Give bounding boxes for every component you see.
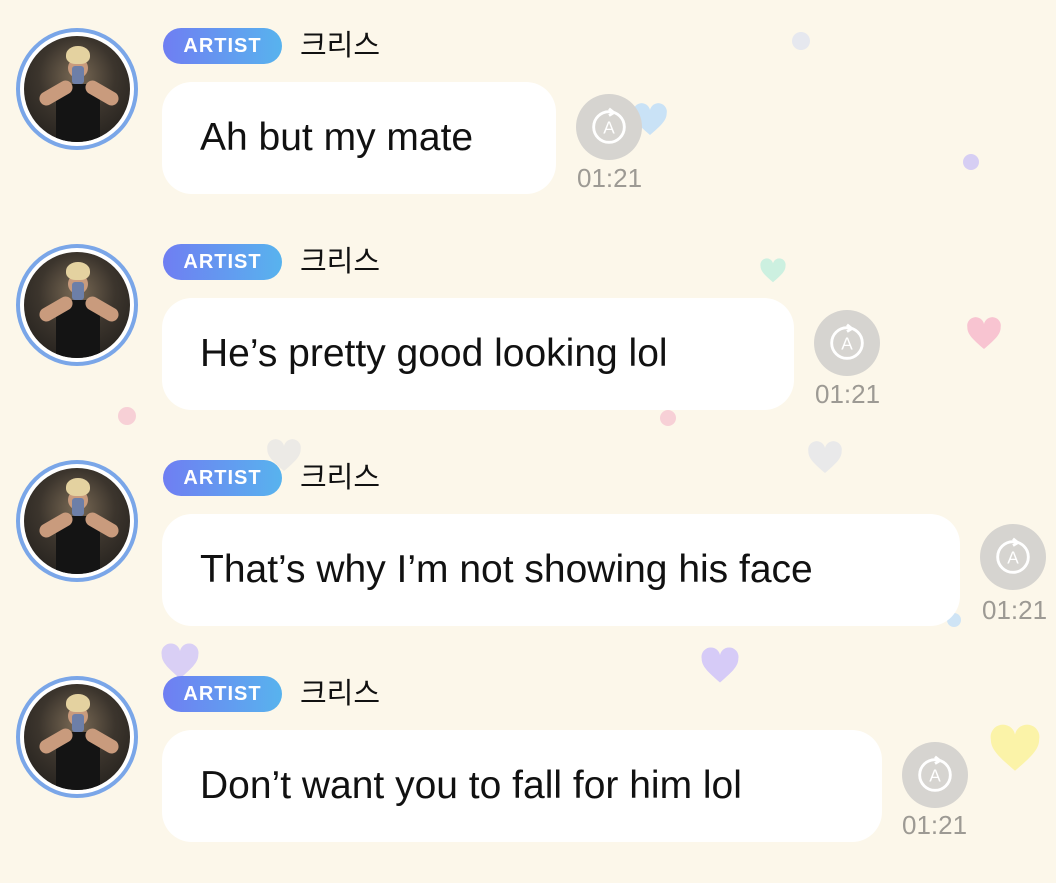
message-time: 01:21 (902, 810, 968, 840)
sender-name: 크리스 (300, 246, 381, 278)
artist-badge: ARTIST (163, 676, 282, 712)
chat-message: ARTIST 크리스 Ah but my mate A 01:21 (0, 0, 1056, 216)
artist-avatar[interactable] (16, 460, 138, 582)
message-time: 01:21 (577, 163, 643, 193)
translate-icon: A (592, 107, 626, 144)
artist-badge: ARTIST (163, 460, 282, 496)
translate-icon: A (918, 755, 952, 792)
artist-badge: ARTIST (163, 244, 282, 280)
translate-button[interactable]: A (902, 742, 968, 808)
artist-avatar[interactable] (16, 676, 138, 798)
svg-text:A: A (1007, 548, 1019, 568)
avatar-photo (24, 684, 130, 790)
chat-message: ARTIST 크리스 That’s why I’m not showing hi… (0, 432, 1056, 648)
message-text: Ah but my mate (200, 116, 474, 159)
sender-name: 크리스 (300, 30, 381, 62)
svg-text:A: A (603, 118, 615, 138)
message-text: That’s why I’m not showing his face (200, 548, 813, 591)
sender-name: 크리스 (300, 678, 381, 710)
avatar-photo (24, 252, 130, 358)
avatar-photo (24, 36, 130, 142)
chat-message: ARTIST 크리스 Don’t want you to fall for hi… (0, 648, 1056, 864)
translate-icon: A (996, 537, 1030, 574)
artist-avatar[interactable] (16, 244, 138, 366)
message-bubble[interactable]: He’s pretty good looking lol (162, 298, 794, 410)
translate-button[interactable]: A (576, 94, 642, 160)
artist-badge: ARTIST (163, 28, 282, 64)
translate-button[interactable]: A (814, 310, 880, 376)
avatar-photo (24, 468, 130, 574)
message-time: 01:21 (815, 379, 881, 409)
message-bubble[interactable]: Ah but my mate (162, 82, 556, 194)
message-text: Don’t want you to fall for him lol (200, 764, 742, 807)
sender-name: 크리스 (300, 462, 381, 494)
translate-button[interactable]: A (980, 524, 1046, 590)
translate-icon: A (830, 323, 864, 360)
svg-text:A: A (841, 334, 853, 354)
message-bubble[interactable]: That’s why I’m not showing his face (162, 514, 960, 626)
artist-avatar[interactable] (16, 28, 138, 150)
message-time: 01:21 (982, 595, 1048, 625)
message-bubble[interactable]: Don’t want you to fall for him lol (162, 730, 882, 842)
chat-message: ARTIST 크리스 He’s pretty good looking lol … (0, 216, 1056, 432)
svg-text:A: A (929, 766, 941, 786)
message-text: He’s pretty good looking lol (200, 332, 668, 375)
